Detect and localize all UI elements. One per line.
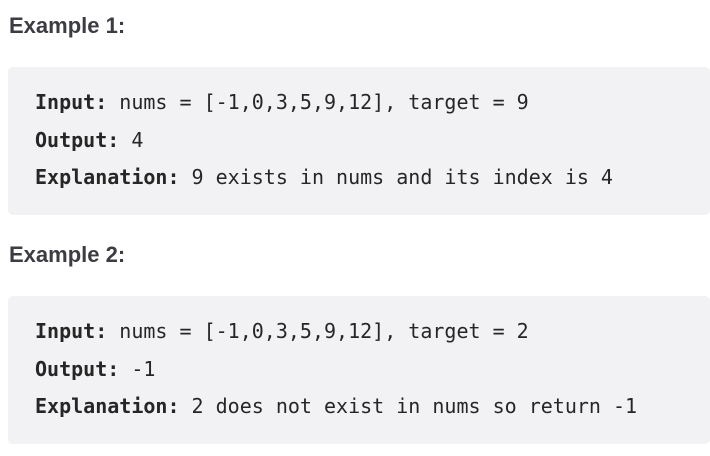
example-1-explanation-line: Explanation: 9 exists in nums and its in… xyxy=(35,161,710,199)
input-label: Input: xyxy=(35,319,108,343)
input-label: Input: xyxy=(35,90,108,114)
example-2-input-line: Input: nums = [-1,0,3,5,9,12], target = … xyxy=(35,315,710,353)
example-2-code-block: Input: nums = [-1,0,3,5,9,12], target = … xyxy=(8,296,710,444)
input-value: nums = [-1,0,3,5,9,12], target = 9 xyxy=(107,90,529,114)
example-1-output-line: Output: 4 xyxy=(35,124,710,162)
example-1-input-line: Input: nums = [-1,0,3,5,9,12], target = … xyxy=(35,86,710,124)
example-1-heading: Example 1: xyxy=(9,13,126,38)
output-label: Output: xyxy=(35,127,120,152)
explanation-value: 2 does not exist in nums so return -1 xyxy=(179,394,638,418)
example-2-heading: Example 2: xyxy=(9,242,126,267)
example-2-output-line: Output: -1 xyxy=(35,353,710,391)
explanation-label: Explanation: xyxy=(35,394,180,418)
explanation-label: Explanation: xyxy=(35,165,180,189)
output-value: -1 xyxy=(119,356,156,381)
output-label: Output: xyxy=(35,356,120,381)
explanation-value: 9 exists in nums and its index is 4 xyxy=(179,165,613,189)
input-value: nums = [-1,0,3,5,9,12], target = 2 xyxy=(107,319,529,343)
output-value: 4 xyxy=(119,127,144,152)
example-1-code-block: Input: nums = [-1,0,3,5,9,12], target = … xyxy=(8,67,710,215)
example-2-explanation-line: Explanation: 2 does not exist in nums so… xyxy=(35,390,710,428)
